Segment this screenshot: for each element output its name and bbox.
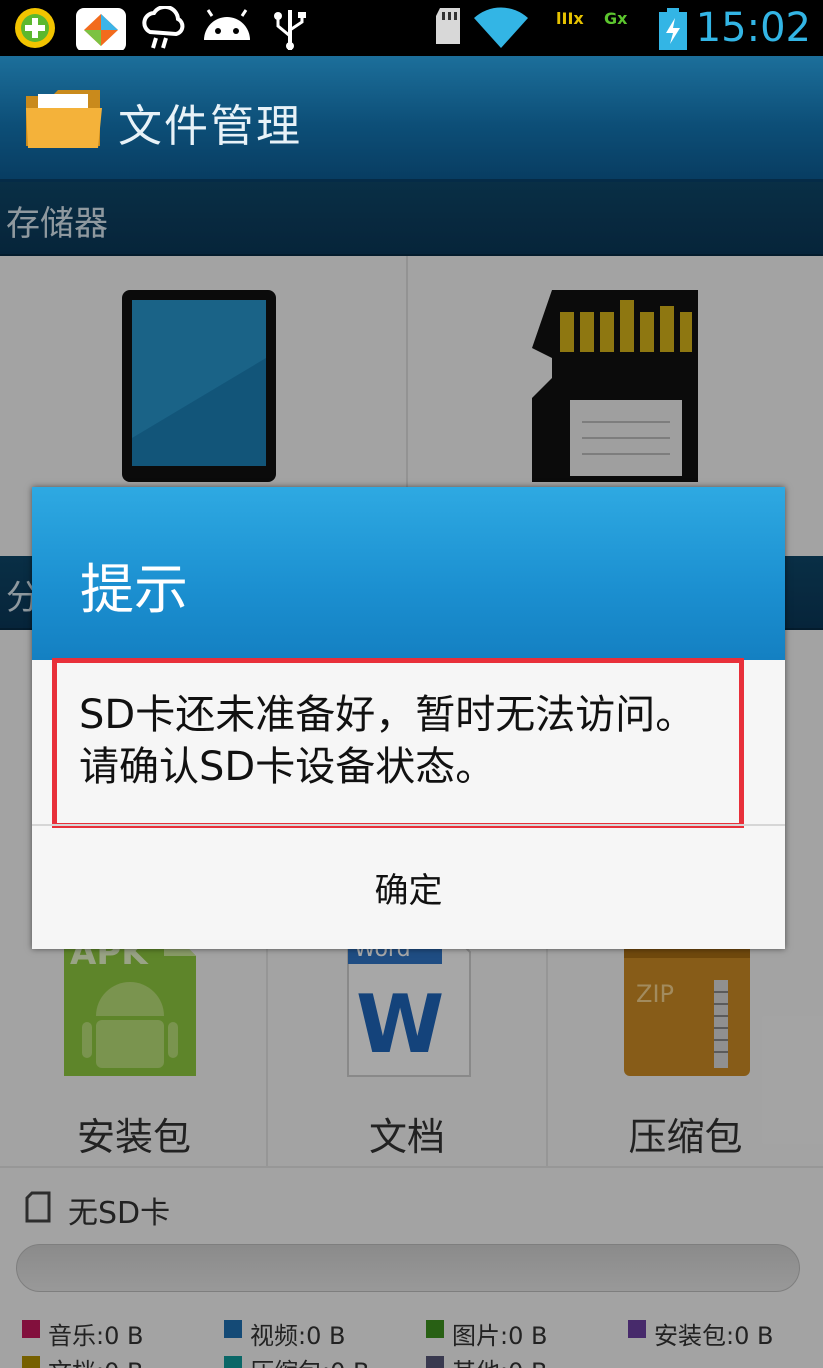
- alert-dialog: 提示 SD卡还未准备好，暂时无法访问。请确认SD卡设备状态。 确定: [32, 487, 785, 949]
- usb-icon: [274, 10, 306, 50]
- signal-icon: lIIx Gx: [556, 9, 628, 28]
- folder-icon: [26, 90, 102, 148]
- wifi-icon: [474, 7, 528, 48]
- sd-card-icon: [436, 8, 460, 44]
- battery-charging-icon: [659, 8, 687, 50]
- dialog-message-highlight: SD卡还未准备好，暂时无法访问。请确认SD卡设备状态。: [52, 658, 744, 828]
- ok-button[interactable]: 确定: [32, 826, 785, 949]
- clock: 15:02: [695, 5, 811, 51]
- app-title: 文件管理: [118, 101, 302, 152]
- svg-text:lIIx: lIIx: [556, 9, 584, 28]
- weather-rain-icon: [142, 6, 185, 49]
- android-debug-icon: [204, 9, 250, 40]
- 360-security-icon: [15, 8, 55, 48]
- status-bar: lIIx Gx 15:02: [0, 0, 823, 56]
- dialog-title: 提示: [80, 558, 188, 621]
- app-market-icon: [76, 8, 126, 50]
- dialog-message: SD卡还未准备好，暂时无法访问。请确认SD卡设备状态。: [79, 692, 696, 790]
- dialog-header: 提示: [32, 487, 785, 660]
- svg-text:Gx: Gx: [604, 9, 628, 28]
- app-bar: 文件管理: [0, 56, 823, 182]
